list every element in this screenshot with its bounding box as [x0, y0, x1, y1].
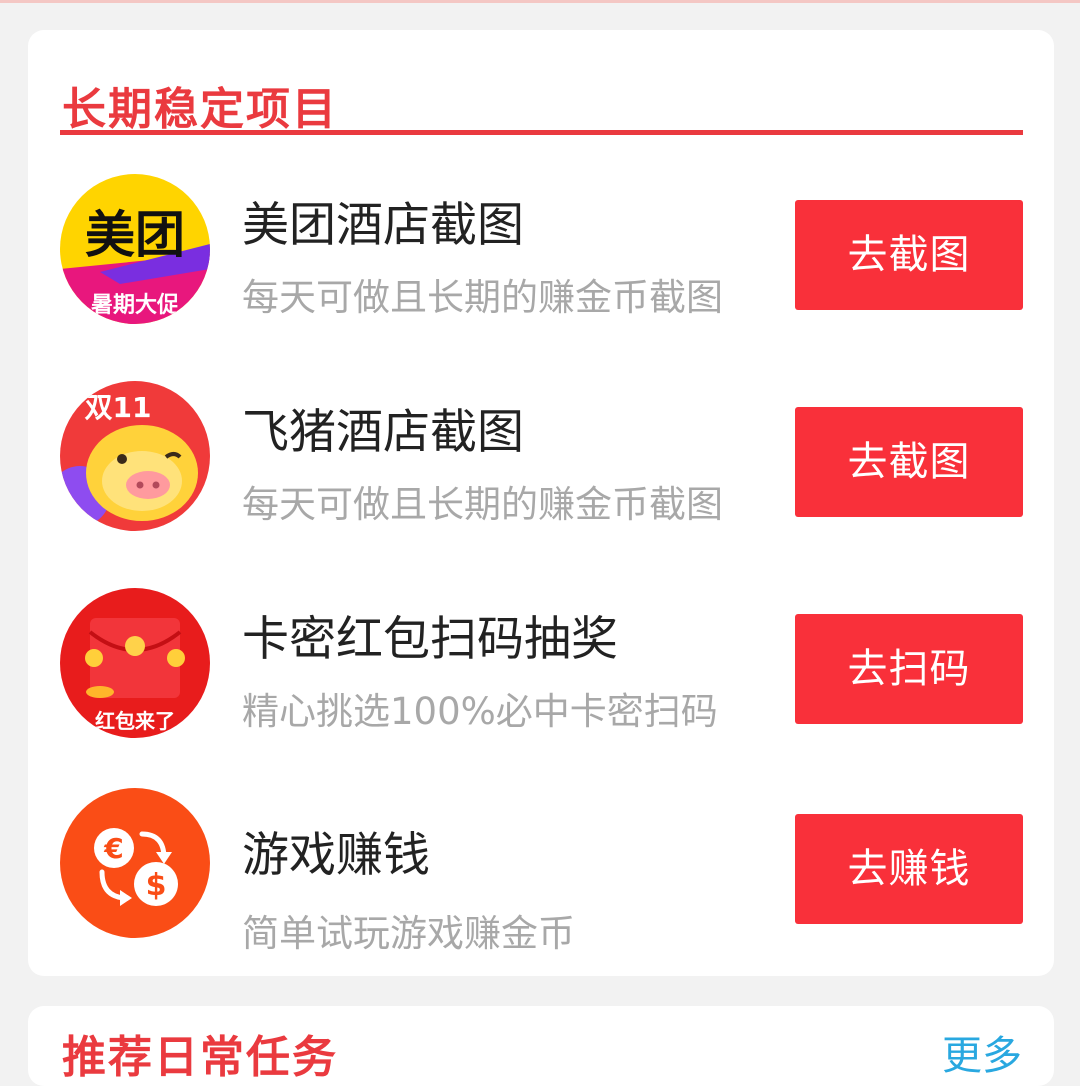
- svg-text:€: €: [103, 832, 123, 865]
- go-screenshot-button[interactable]: 去截图: [795, 200, 1023, 310]
- item-title: 卡密红包扫码抽奖: [242, 612, 618, 667]
- meituan-banner-text: 暑期大促: [91, 293, 179, 318]
- list-item-red-envelope[interactable]: 红包来了 卡密红包扫码抽奖 精心挑选100%必中卡密扫码 去扫码: [28, 584, 1054, 784]
- item-title: 美团酒店截图: [242, 198, 524, 253]
- list-item-meituan[interactable]: 美团 暑期大促 美团酒店截图 每天可做且长期的赚金币截图 去截图: [28, 170, 1054, 370]
- list-item-game-earn[interactable]: € $ 游戏赚钱 简单试玩游戏赚金币 去赚钱: [28, 786, 1054, 986]
- item-description: 简单试玩游戏赚金币: [242, 912, 575, 955]
- item-description: 每天可做且长期的赚金币截图: [242, 483, 723, 526]
- fliggy-pig-logo-icon: 双11: [60, 381, 210, 531]
- go-scan-button[interactable]: 去扫码: [795, 614, 1023, 724]
- red-envelope-logo-text: 红包来了: [95, 709, 175, 733]
- item-title: 游戏赚钱: [242, 828, 430, 883]
- meituan-logo-icon: 美团 暑期大促: [60, 174, 210, 324]
- top-divider: [0, 0, 1080, 3]
- item-description: 精心挑选100%必中卡密扫码: [242, 690, 718, 733]
- svg-text:$: $: [146, 868, 167, 903]
- fliggy-logo-text: 双11: [85, 391, 152, 424]
- item-title: 飞猪酒店截图: [242, 405, 524, 460]
- long-term-projects-card: 长期稳定项目 美团 暑期大促 美团酒店截图 每天可做且长期的赚金币截图 去截图: [28, 30, 1054, 976]
- list-item-fliggy[interactable]: 双11 飞猪酒店截图 每天可做且长期的赚金币截图 去截图: [28, 377, 1054, 577]
- more-link[interactable]: 更多: [942, 1036, 1022, 1076]
- currency-exchange-icon: € $: [60, 788, 210, 938]
- section-title: 长期稳定项目: [62, 84, 338, 135]
- go-screenshot-button[interactable]: 去截图: [795, 407, 1023, 517]
- section-title-underline: [60, 130, 1023, 135]
- meituan-logo-text: 美团: [85, 206, 185, 264]
- go-earn-button[interactable]: 去赚钱: [795, 814, 1023, 924]
- next-section-title: 推荐日常任务: [62, 1032, 338, 1083]
- item-description: 每天可做且长期的赚金币截图: [242, 276, 723, 319]
- red-envelope-logo-icon: 红包来了: [60, 588, 210, 738]
- recommended-tasks-card: 推荐日常任务 更多: [28, 1006, 1054, 1086]
